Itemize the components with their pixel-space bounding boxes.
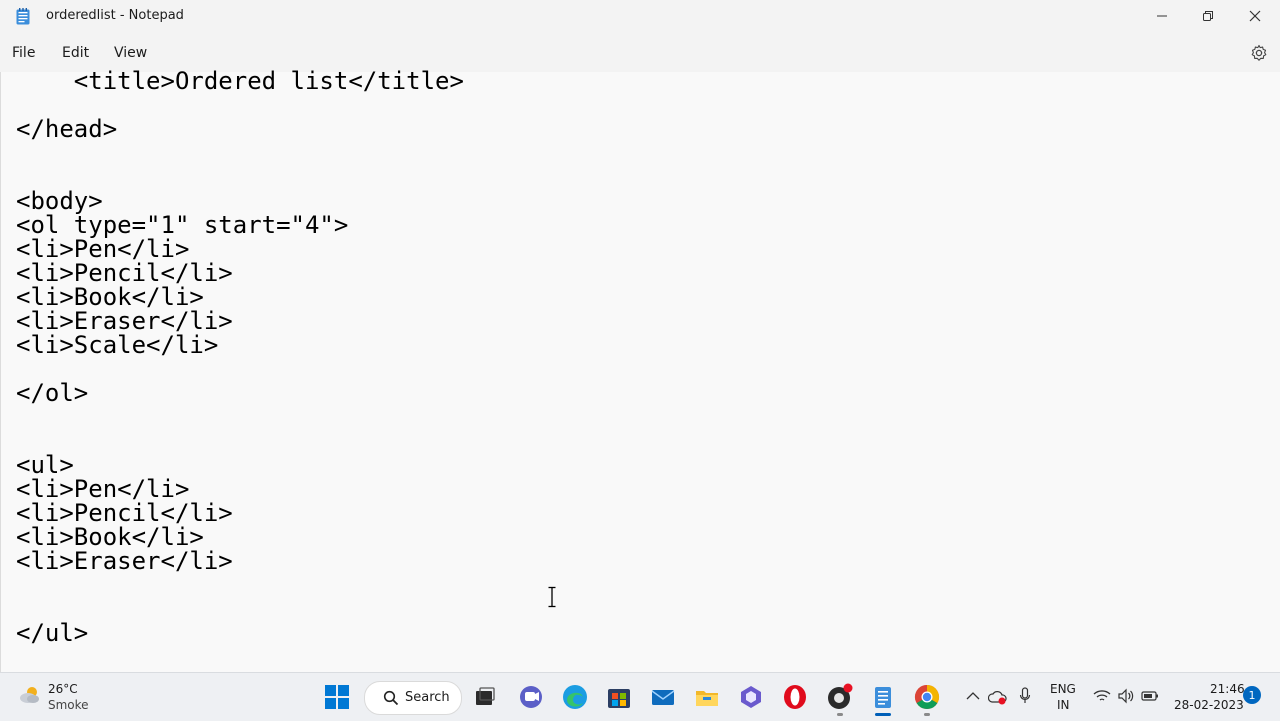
menu-view[interactable]: View	[114, 45, 147, 61]
chrome-browser-icon[interactable]	[913, 683, 941, 711]
notepad-taskbar-icon[interactable]	[869, 683, 897, 711]
edge-browser-icon[interactable]	[561, 683, 589, 711]
language-indicator[interactable]: ENG	[1050, 682, 1076, 696]
close-button[interactable]	[1232, 0, 1278, 32]
onedrive-icon[interactable]	[988, 689, 1008, 705]
region-indicator[interactable]: IN	[1057, 698, 1070, 712]
task-view-icon[interactable]	[471, 683, 499, 711]
microphone-icon[interactable]	[1019, 687, 1031, 705]
search-icon	[383, 690, 399, 706]
weather-temperature[interactable]: 26°C	[48, 682, 78, 696]
weather-smoke-icon[interactable]	[18, 683, 42, 707]
title-bar: orderedlist - Notepad	[0, 0, 1280, 34]
teams-chat-icon[interactable]	[517, 683, 545, 711]
close-icon	[1249, 10, 1261, 22]
weather-condition[interactable]: Smoke	[48, 698, 89, 712]
window-title: orderedlist - Notepad	[46, 8, 184, 23]
notepad-app-icon	[16, 8, 30, 25]
windows-start-icon[interactable]	[323, 683, 351, 711]
taskbar: 26°C Smoke Search ENG IN 21:46 28-02-202…	[0, 672, 1280, 721]
chevron-up-icon[interactable]	[966, 691, 980, 701]
microsoft-store-icon[interactable]	[605, 683, 633, 711]
editor-content[interactable]: <title>Ordered list</title> </head> <bod…	[16, 69, 464, 645]
running-indicator	[924, 713, 930, 716]
gear-icon[interactable]	[1250, 44, 1268, 62]
mail-icon[interactable]	[649, 683, 677, 711]
search-label: Search	[405, 690, 450, 705]
restore-button[interactable]	[1185, 0, 1231, 32]
text-editor[interactable]: <title>Ordered list</title> </head> <bod…	[0, 69, 1280, 672]
clock-time[interactable]: 21:46	[1210, 682, 1245, 696]
menu-edit[interactable]: Edit	[62, 45, 89, 61]
volume-icon[interactable]	[1117, 688, 1135, 704]
opera-browser-icon[interactable]	[781, 683, 809, 711]
menu-file[interactable]: File	[12, 45, 35, 61]
minimize-icon	[1157, 15, 1167, 17]
wifi-icon[interactable]	[1093, 689, 1111, 703]
obs-studio-icon[interactable]	[826, 683, 854, 711]
file-explorer-icon[interactable]	[693, 683, 721, 711]
photos-app-icon[interactable]	[737, 683, 765, 711]
minimize-button[interactable]	[1139, 0, 1185, 32]
running-indicator	[837, 713, 843, 716]
clock-date[interactable]: 28-02-2023	[1174, 698, 1244, 712]
taskbar-search-button[interactable]: Search	[364, 681, 462, 715]
restore-icon	[1203, 11, 1213, 21]
notification-badge[interactable]: 1	[1243, 686, 1261, 704]
battery-icon[interactable]	[1141, 690, 1159, 702]
text-cursor-icon	[548, 586, 556, 608]
active-indicator	[875, 713, 891, 716]
